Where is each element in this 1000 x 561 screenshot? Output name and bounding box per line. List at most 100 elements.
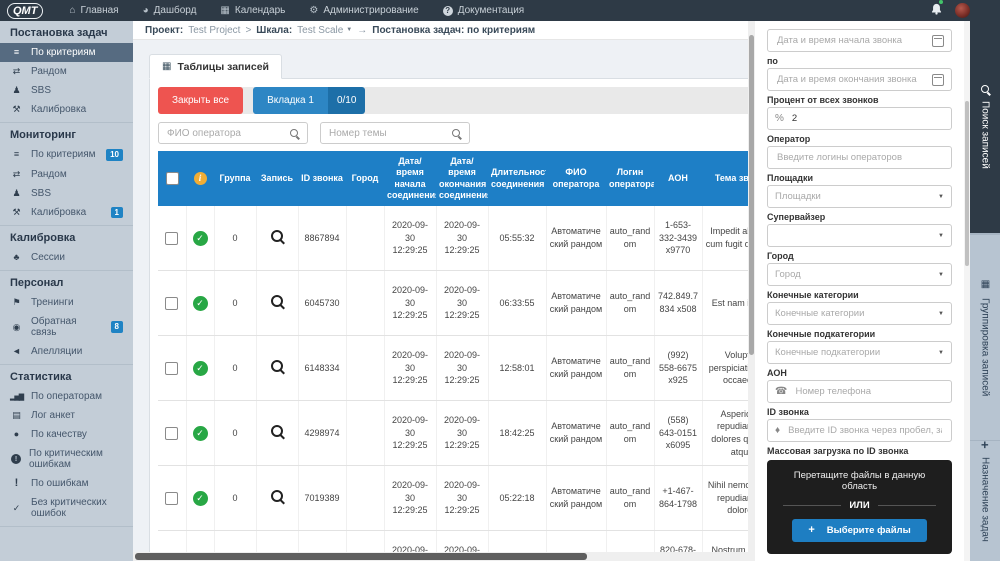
table-header-row: i Группа Запись ID звонка Город Дата/вре… bbox=[158, 151, 748, 206]
sidebar-item-label: Рандом bbox=[31, 66, 67, 77]
avatar[interactable] bbox=[955, 3, 970, 18]
navbar-item[interactable]: Календарь bbox=[208, 0, 297, 21]
end-datetime-cell: 2020-09-30 12:29:25 bbox=[436, 335, 489, 401]
tab-grouping-records[interactable]: ▦ Группировка записей bbox=[970, 233, 1000, 441]
sidebar-item-label: SBS bbox=[31, 85, 52, 96]
sidebar-item[interactable]: По критериям 10 bbox=[0, 145, 133, 165]
sidebar-item-label: Калибровка bbox=[31, 206, 87, 218]
call-id-input[interactable] bbox=[786, 424, 944, 437]
aon-field: ☎ bbox=[767, 380, 952, 403]
breadcrumb-arrow: → bbox=[357, 24, 368, 36]
dropzone-text: Перетащите файлы в данную область bbox=[793, 470, 926, 492]
row-checkbox[interactable] bbox=[165, 231, 179, 245]
city-select-placeholder: Город bbox=[775, 269, 801, 280]
chevron-down-icon: ▼ bbox=[938, 232, 944, 239]
chevron-down-icon: ▼ bbox=[938, 310, 944, 317]
chevron-down-icon: ▼ bbox=[346, 27, 353, 33]
choose-files-button[interactable]: + Выберите файлы bbox=[792, 519, 927, 542]
operator-logins-input[interactable] bbox=[775, 151, 944, 164]
final-categories-select[interactable]: Конечные категории ▼ bbox=[767, 302, 952, 325]
city-select[interactable]: Город ▼ bbox=[767, 263, 952, 286]
sidebar-item[interactable]: По ошибкам bbox=[0, 474, 133, 493]
dropzone-or-divider: ИЛИ bbox=[783, 500, 936, 511]
calendar-icon[interactable] bbox=[932, 73, 944, 86]
percent-input[interactable] bbox=[789, 112, 944, 125]
sidebar-section-items: По критериям 10 Рандом SBS bbox=[0, 145, 133, 222]
column-header: Город bbox=[346, 151, 384, 206]
breadcrumb-project-value: Test Project bbox=[188, 24, 241, 36]
city-cell bbox=[346, 335, 385, 401]
breadcrumb-scale-dropdown[interactable]: Test Scale ▼ bbox=[297, 25, 352, 36]
aon-input[interactable] bbox=[793, 385, 944, 398]
topic-search-input[interactable] bbox=[320, 122, 470, 144]
navbar-item[interactable]: Администрирование bbox=[297, 0, 430, 21]
supervisor-select[interactable]: ▼ bbox=[767, 224, 952, 247]
sidebar-item-label: Лог анкет bbox=[31, 410, 75, 422]
bell-icon[interactable] bbox=[931, 0, 943, 20]
open-record-icon[interactable] bbox=[271, 295, 283, 308]
sidebar-section: Персонал Тренинги Обратная связь 8 bbox=[0, 271, 133, 366]
column-header: АОН bbox=[654, 151, 702, 206]
open-record-icon[interactable] bbox=[271, 230, 283, 243]
date-to-input[interactable] bbox=[775, 73, 926, 86]
sidebar-item[interactable]: По критическим ошибкам bbox=[0, 444, 133, 474]
sidebar-item-icon bbox=[10, 347, 23, 356]
tab-assign-tasks[interactable]: + Назначение задач bbox=[970, 441, 1000, 541]
qmt-logo[interactable]: QMT bbox=[7, 2, 44, 19]
row-checkbox[interactable] bbox=[165, 491, 179, 505]
horizontal-scrollbar-thumb[interactable] bbox=[135, 553, 587, 560]
date-from-input[interactable] bbox=[775, 34, 926, 47]
breadcrumb: Проект: Test Project > Шкала: Test Scale… bbox=[133, 21, 755, 40]
sidebar-item[interactable]: По качеству bbox=[0, 425, 133, 444]
open-record-icon[interactable] bbox=[271, 360, 283, 373]
sidebar-item[interactable]: Тренинги bbox=[0, 293, 133, 312]
navbar-item-icon bbox=[220, 6, 229, 16]
sidebar-item[interactable]: SBS bbox=[0, 81, 133, 100]
sidebar-item[interactable]: По критериям bbox=[0, 43, 133, 62]
sidebar-item[interactable]: Рандом bbox=[0, 62, 133, 81]
sidebar-item[interactable]: SBS bbox=[0, 184, 133, 203]
aon-cell: 1-653-332-3439 x9770 bbox=[654, 206, 703, 271]
table-row: ✓ 0 6045730 2020-09-30 12:29:25 2020-09-… bbox=[158, 270, 748, 336]
sidebar-item[interactable]: Обратная связь 8 bbox=[0, 312, 133, 342]
tab-record-tables[interactable]: ▦ Таблицы записей bbox=[149, 54, 282, 79]
operator-search-input[interactable] bbox=[158, 122, 308, 144]
side-tab-strip: Поиск записей ▦ Группировка записей + На… bbox=[970, 21, 1000, 561]
sidebar-item[interactable]: Лог анкет bbox=[0, 406, 133, 425]
row-status-cell: ✓ bbox=[186, 400, 215, 466]
sidebar-item[interactable]: Сессии bbox=[0, 248, 133, 267]
open-record-icon[interactable] bbox=[271, 490, 283, 503]
sidebar-item-label: По ошибкам bbox=[31, 478, 89, 490]
sidebar-item[interactable]: Калибровка 1 bbox=[0, 203, 133, 223]
file-dropzone[interactable]: Перетащите файлы в данную область ИЛИ + … bbox=[767, 460, 952, 554]
open-record-icon[interactable] bbox=[271, 425, 283, 438]
close-all-button[interactable]: Закрыть все bbox=[158, 87, 244, 114]
row-checkbox[interactable] bbox=[165, 426, 179, 440]
select-all-checkbox[interactable] bbox=[165, 172, 179, 185]
percent-icon: % bbox=[775, 113, 784, 124]
navbar-item[interactable]: Главная bbox=[57, 0, 130, 21]
sites-select[interactable]: Площадки ▼ bbox=[767, 185, 952, 208]
aon-cell: +1-467-864-1798 bbox=[654, 465, 703, 531]
sidebar-item[interactable]: Рандом bbox=[0, 165, 133, 184]
row-checkbox[interactable] bbox=[165, 296, 179, 310]
navbar-right bbox=[931, 0, 1000, 20]
sidebar-item[interactable]: По операторам bbox=[0, 387, 133, 406]
navbar-item[interactable]: Дашборд bbox=[131, 0, 209, 21]
tab1-button[interactable]: Вкладка 1 bbox=[253, 87, 328, 114]
final-subcategories-select[interactable]: Конечные подкатегории ▼ bbox=[767, 341, 952, 364]
sidebar-item[interactable]: Апелляции bbox=[0, 342, 133, 361]
panel-vertical-scrollbar-thumb[interactable] bbox=[965, 101, 969, 266]
tabs-toolbar: Закрыть все Вкладка 1 0/10 bbox=[158, 87, 748, 114]
calendar-icon[interactable] bbox=[932, 34, 944, 47]
city-cell bbox=[346, 465, 385, 531]
row-checkbox[interactable] bbox=[165, 361, 179, 375]
sidebar-item[interactable]: Калибровка bbox=[0, 100, 133, 119]
navbar-item[interactable]: Документация bbox=[431, 0, 537, 21]
row-status-cell: ✓ bbox=[186, 465, 215, 531]
main-vertical-scrollbar-thumb[interactable] bbox=[749, 35, 754, 355]
tab-search-records[interactable]: Поиск записей bbox=[970, 21, 1000, 233]
sidebar-section-title: Статистика bbox=[10, 371, 72, 384]
sidebar-item[interactable]: Без критических ошибок bbox=[0, 493, 133, 523]
start-datetime-cell: 2020-09-30 12:29:25 bbox=[384, 270, 437, 336]
